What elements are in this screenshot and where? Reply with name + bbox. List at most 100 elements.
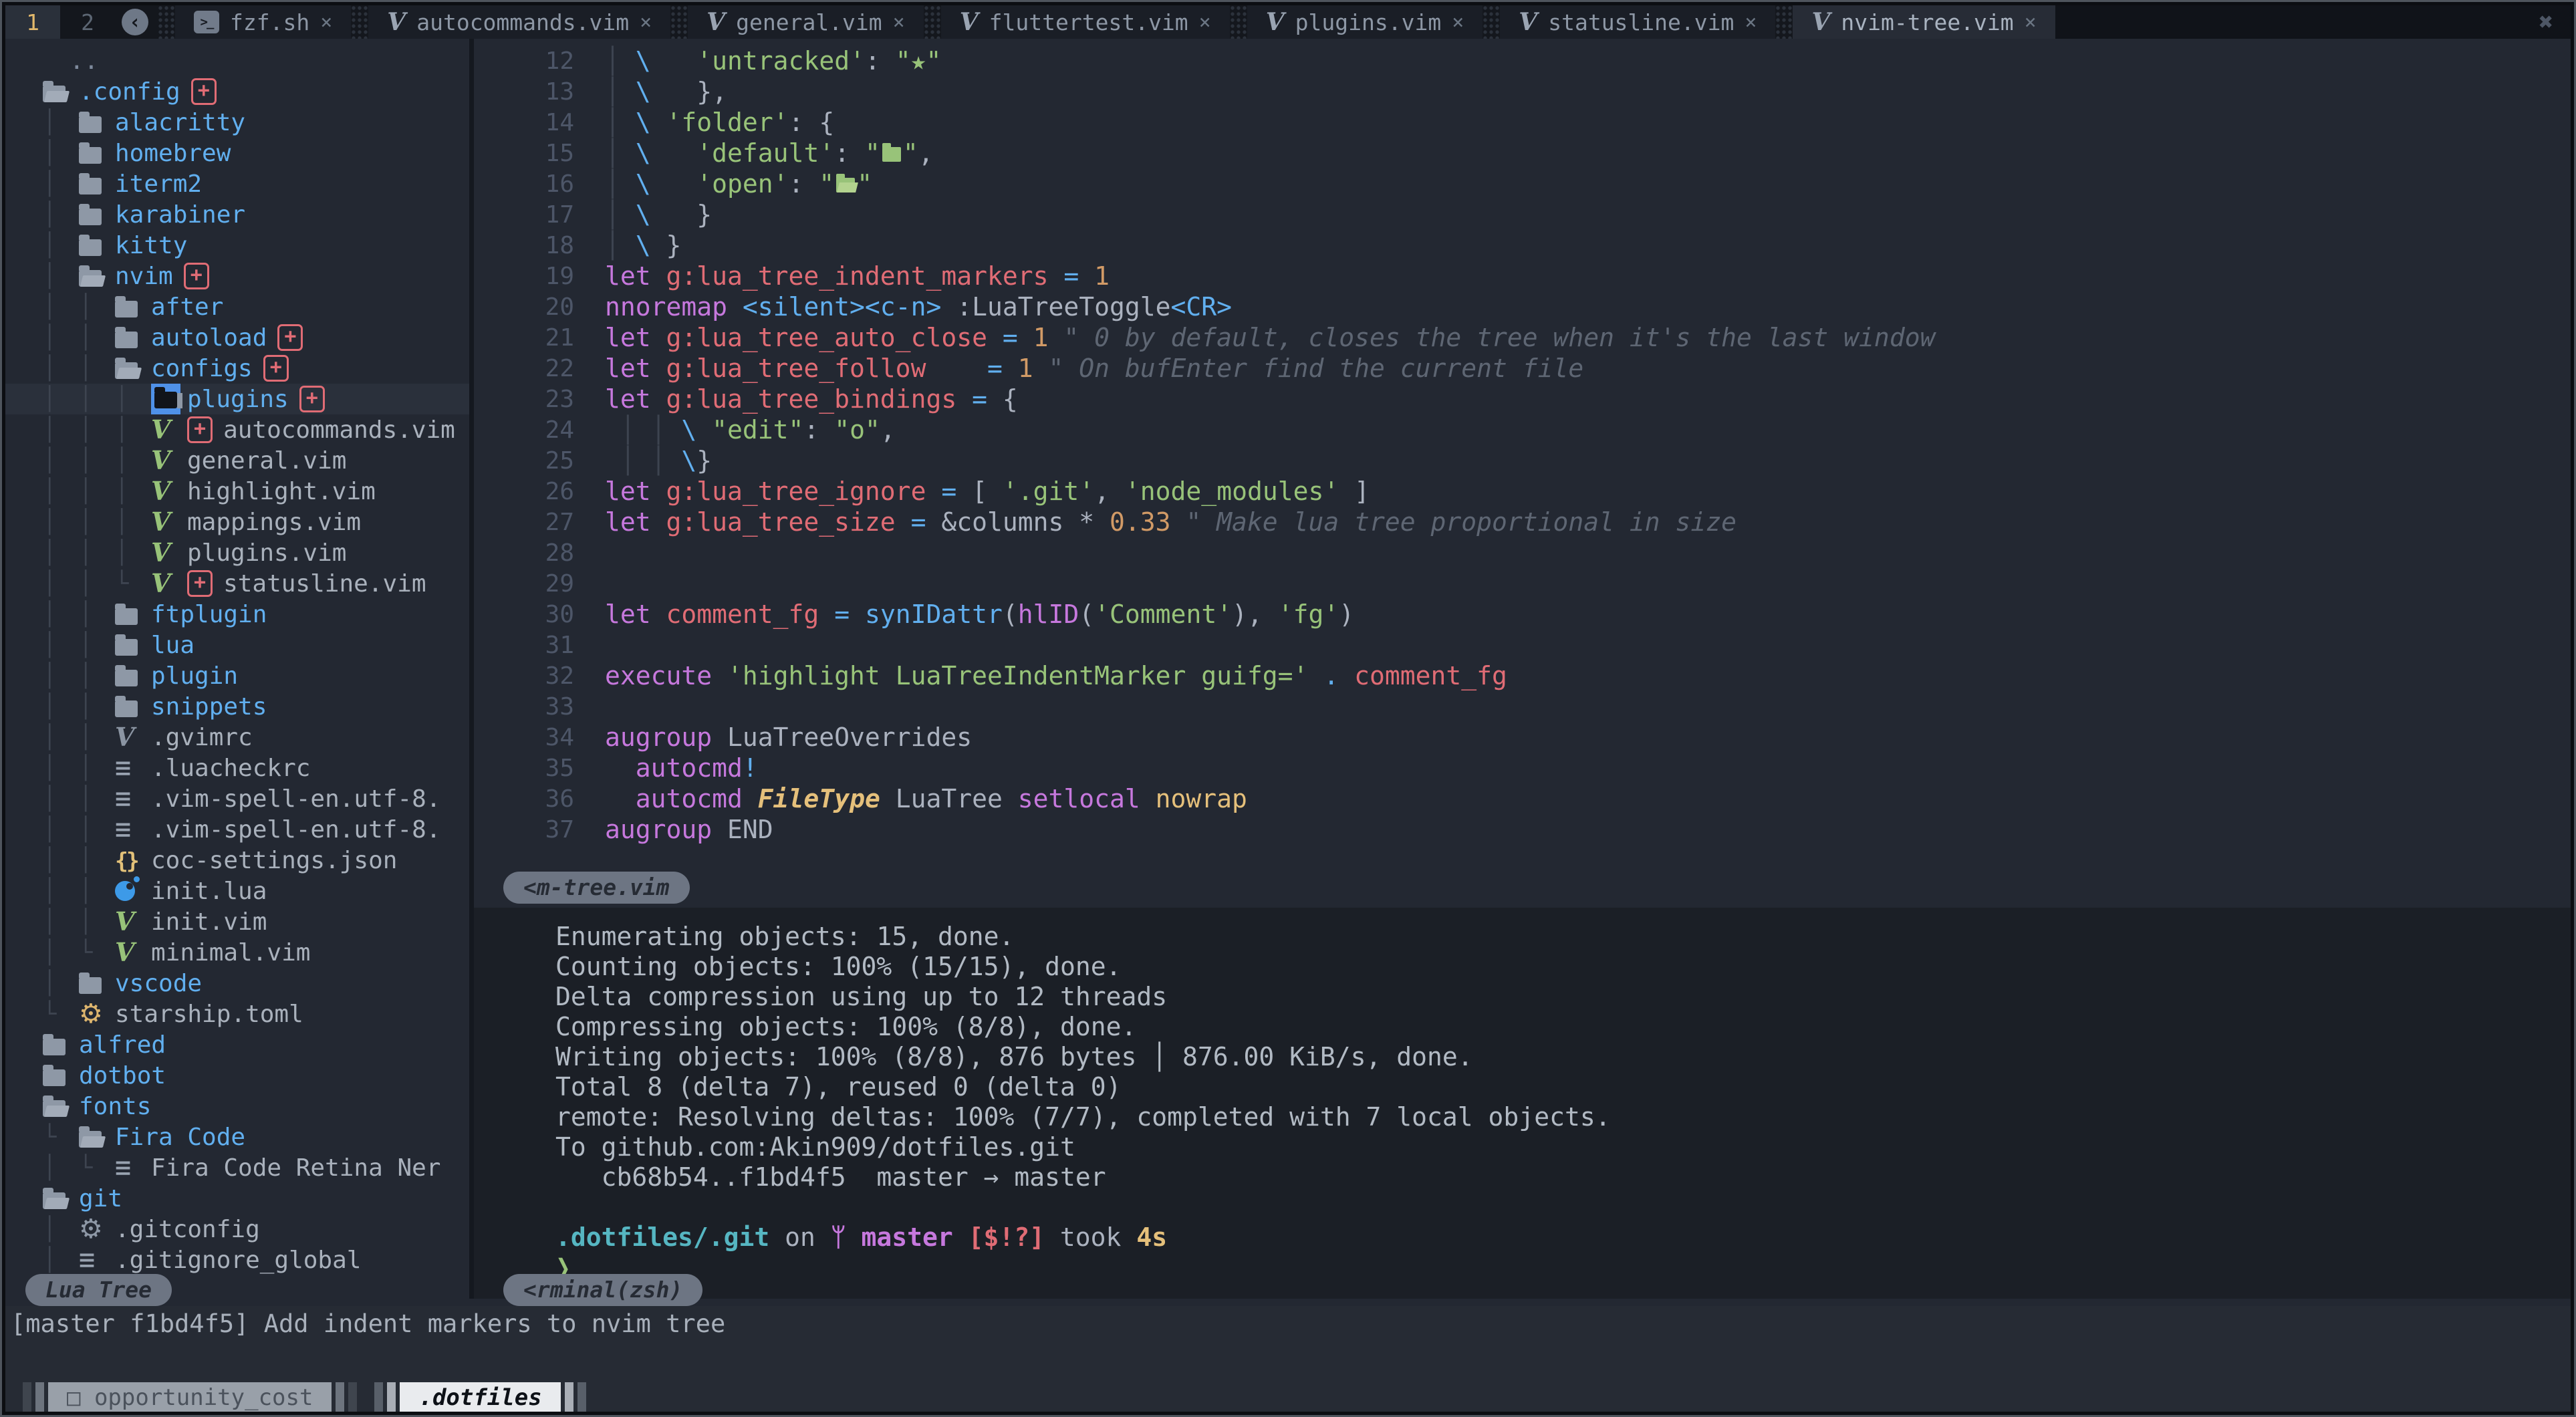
tree-item-fira-code-retina-ner[interactable]: │└≡Fira Code Retina Ner bbox=[5, 1152, 469, 1183]
tree-indent-guide: │ bbox=[43, 355, 79, 382]
tree-item-init-lua[interactable]: ││init.lua bbox=[5, 876, 469, 906]
tree-item-statusline-vim[interactable]: ││└V+statusline.vim bbox=[5, 568, 469, 599]
code-line: 14│ \ 'folder': { bbox=[474, 107, 2571, 138]
tree-item-autoload[interactable]: ││autoload+ bbox=[5, 322, 469, 353]
tree-item-alfred[interactable]: alfred bbox=[5, 1029, 469, 1060]
tree-item-highlight-vim[interactable]: │││Vhighlight.vim bbox=[5, 476, 469, 507]
tree-item-item[interactable]: .. bbox=[5, 45, 469, 76]
pane-divider[interactable] bbox=[469, 39, 474, 1299]
tree-item-nvim[interactable]: │nvim+ bbox=[5, 261, 469, 291]
back-icon[interactable]: ‹ bbox=[122, 9, 148, 35]
tree-item-autocommands-vim[interactable]: │││V+autocommands.vim bbox=[5, 414, 469, 445]
tree-item-init-vim[interactable]: ││Vinit.vim bbox=[5, 906, 469, 937]
tree-item-homebrew[interactable]: │homebrew bbox=[5, 138, 469, 168]
line-number: 29 bbox=[474, 570, 574, 598]
tree-item-karabiner[interactable]: │karabiner bbox=[5, 199, 469, 230]
tree-item-label: autocommands.vim bbox=[223, 416, 455, 444]
tab-fluttertest-vim[interactable]: Vfluttertest.vim× bbox=[941, 5, 1230, 39]
tab-label: fzf.sh bbox=[230, 9, 309, 35]
tree-indent-guide: └ bbox=[79, 939, 115, 966]
code-token: \ bbox=[636, 200, 651, 229]
code-token: { bbox=[987, 384, 1018, 414]
tab-close-icon[interactable]: × bbox=[1452, 11, 1464, 34]
tree-indent-guide: │ bbox=[43, 1216, 79, 1243]
tree-indent-guide: │ bbox=[79, 355, 115, 382]
tab-close-icon[interactable]: × bbox=[640, 11, 652, 34]
tree-item-config[interactable]: .config+ bbox=[5, 76, 469, 107]
tree-item-fira-code[interactable]: └Fira Code bbox=[5, 1122, 469, 1152]
tab-number-2[interactable]: 2 bbox=[60, 5, 115, 39]
folder-open-icon bbox=[79, 266, 115, 287]
tree-item-vim-spell-en-utf-8[interactable]: ││≡.vim-spell-en.utf-8. bbox=[5, 814, 469, 845]
prompt-token: [$!?] bbox=[969, 1222, 1045, 1252]
line-number: 16 bbox=[474, 170, 574, 198]
tree-item-configs[interactable]: ││configs+ bbox=[5, 353, 469, 384]
tab-nvim-tree-vim[interactable]: Vnvim-tree.vim× bbox=[1793, 5, 2055, 39]
tree-item-gvimrc[interactable]: ││V.gvimrc bbox=[5, 722, 469, 753]
tab-close-icon[interactable]: × bbox=[1745, 11, 1757, 34]
terminal-icon: >_ bbox=[194, 11, 219, 33]
tree-item-alacritty[interactable]: │alacritty bbox=[5, 107, 469, 138]
code-token: \ bbox=[636, 77, 651, 106]
tab-autocommands-vim[interactable]: Vautocommands.vim× bbox=[368, 5, 670, 39]
tree-item-fonts[interactable]: fonts bbox=[5, 1091, 469, 1122]
close-all-icon[interactable]: ✖ bbox=[2521, 5, 2571, 39]
code-token: : bbox=[789, 169, 819, 199]
tree-item-starship-toml[interactable]: └⚙starship.toml bbox=[5, 999, 469, 1029]
tree-item-vim-spell-en-utf-8[interactable]: ││≡.vim-spell-en.utf-8. bbox=[5, 783, 469, 814]
tree-item-label: iterm2 bbox=[115, 170, 202, 198]
tree-item-minimal-vim[interactable]: │└Vminimal.vim bbox=[5, 937, 469, 968]
tree-item-coc-settings-json[interactable]: ││{}coc-settings.json bbox=[5, 845, 469, 876]
code-token bbox=[850, 600, 865, 629]
tree-indent-guide: │ bbox=[79, 539, 115, 566]
prompt-token bbox=[953, 1222, 969, 1252]
tree-item-dotbot[interactable]: dotbot bbox=[5, 1060, 469, 1091]
folder-glyph bbox=[882, 147, 901, 162]
tree-item-luacheckrc[interactable]: ││≡.luacheckrc bbox=[5, 753, 469, 783]
tab-close-icon[interactable]: × bbox=[1199, 11, 1211, 34]
tree-item-label: .luacheckrc bbox=[151, 755, 310, 782]
terminal-pane[interactable]: Enumerating objects: 15, done.Counting o… bbox=[474, 908, 2571, 1299]
line-number: 35 bbox=[474, 755, 574, 782]
tree-item-gitconfig[interactable]: │⚙.gitconfig bbox=[5, 1214, 469, 1245]
code-token bbox=[651, 108, 666, 137]
editor-statusline-pill: <m-tree.vim bbox=[503, 872, 690, 904]
tab-plugins-vim[interactable]: Vplugins.vim× bbox=[1247, 5, 1483, 39]
code-token: ] bbox=[1339, 477, 1370, 506]
editor-pane[interactable]: 12│ \ 'untracked': "★"13│ \ },14│ \ 'fol… bbox=[474, 39, 2571, 908]
tree-item-ftplugin[interactable]: ││ftplugin bbox=[5, 599, 469, 630]
tree-item-kitty[interactable]: │kitty bbox=[5, 230, 469, 261]
code-text: │ \ } bbox=[605, 231, 681, 260]
tab-statusline-vim[interactable]: Vstatusline.vim× bbox=[1500, 5, 1775, 39]
list-icon: ≡ bbox=[115, 753, 151, 783]
tmux-window-opportunity-cost[interactable]: □ opportunity_cost bbox=[23, 1382, 357, 1412]
code-token: " bbox=[857, 169, 872, 199]
tree-item-mappings-vim[interactable]: │││Vmappings.vim bbox=[5, 507, 469, 537]
prompt-char: ❯ bbox=[555, 1252, 2571, 1282]
tab-number-1[interactable]: 1 bbox=[5, 5, 60, 39]
code-text: let g:lua_tree_bindings = { bbox=[605, 384, 1018, 414]
tmux-window-dotfiles[interactable]: .dotfiles bbox=[374, 1382, 586, 1412]
tree-item-lua[interactable]: ││lua bbox=[5, 630, 469, 660]
tree-item-after[interactable]: ││after bbox=[5, 291, 469, 322]
tab-close-icon[interactable]: × bbox=[320, 11, 332, 34]
tree-item-gitignore-global[interactable]: │≡.gitignore_global bbox=[5, 1245, 469, 1275]
tree-item-label: mappings.vim bbox=[187, 509, 361, 536]
tab-general-vim[interactable]: Vgeneral.vim× bbox=[688, 5, 924, 39]
list-icon: ≡ bbox=[115, 1152, 151, 1183]
tree-item-git[interactable]: git bbox=[5, 1183, 469, 1214]
tree-item-plugins[interactable]: │││plugins+ bbox=[5, 384, 469, 414]
code-token: synIDattr bbox=[865, 600, 1003, 629]
tree-item-label: configs bbox=[151, 355, 253, 382]
tab-fzf-sh[interactable]: >_ fzf.sh × bbox=[175, 5, 351, 39]
tab-close-icon[interactable]: × bbox=[893, 11, 905, 34]
tab-close-icon[interactable]: × bbox=[2025, 11, 2037, 34]
code-token: g:lua_tree_auto_close bbox=[666, 323, 987, 352]
tree-item-plugin[interactable]: ││plugin bbox=[5, 660, 469, 691]
tree-item-iterm2[interactable]: │iterm2 bbox=[5, 168, 469, 199]
tree-item-snippets[interactable]: ││snippets bbox=[5, 691, 469, 722]
tree-item-general-vim[interactable]: │││Vgeneral.vim bbox=[5, 445, 469, 476]
tree-item-vscode[interactable]: │vscode bbox=[5, 968, 469, 999]
tree-indent-guide: │ bbox=[43, 416, 79, 443]
tree-item-plugins-vim[interactable]: │││Vplugins.vim bbox=[5, 537, 469, 568]
